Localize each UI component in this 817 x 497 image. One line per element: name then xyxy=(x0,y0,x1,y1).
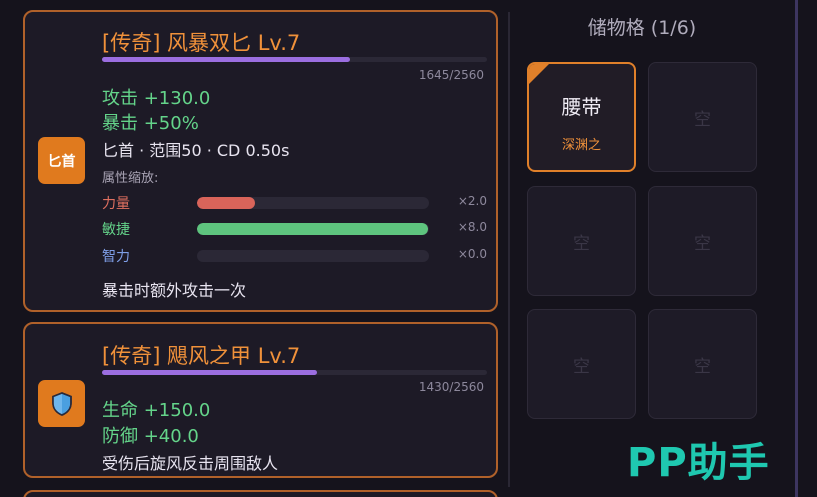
armor-type-badge xyxy=(38,380,85,427)
stat-defense: 防御 +40.0 xyxy=(102,426,199,447)
passive-effect: 暴击时额外攻击一次 xyxy=(102,281,247,300)
storage-slot-3[interactable]: 空 xyxy=(527,186,636,296)
item-card-hurricane-armor[interactable]: [传奇] 飓风之甲 Lv.7 1430/2560 生命 +150.0 防御 +4… xyxy=(23,322,498,478)
exp-text: 1430/2560 xyxy=(418,380,484,394)
attr-multiplier: ×8.0 xyxy=(457,220,487,234)
attr-bar-fill xyxy=(197,223,428,235)
stat-attack: 攻击 +130.0 xyxy=(102,88,211,109)
exp-bar-fill xyxy=(102,370,318,375)
shield-icon xyxy=(51,391,72,416)
exp-bar xyxy=(102,57,487,62)
exp-text: 1645/2560 xyxy=(418,68,484,82)
empty-slot-label: 空 xyxy=(694,233,711,254)
exp-bar-fill xyxy=(102,57,350,62)
storage-slot-6[interactable]: 空 xyxy=(648,309,757,419)
attr-bar xyxy=(197,197,429,209)
dagger-type-badge: 匕首 xyxy=(38,137,85,184)
weapon-info: 匕首 · 范围50 · CD 0.50s xyxy=(102,141,290,160)
attr-name: 敏捷 xyxy=(102,222,130,238)
attr-bar xyxy=(197,250,429,262)
empty-slot-label: 空 xyxy=(573,356,590,377)
slot-item-name: 腰带 xyxy=(561,95,602,119)
exp-bar xyxy=(102,370,487,375)
storage-slot-5[interactable]: 空 xyxy=(527,309,636,419)
rarity-corner-marker xyxy=(529,64,549,84)
attr-multiplier: ×2.0 xyxy=(457,194,487,208)
attr-row-agility: 敏捷 ×8.0 xyxy=(102,219,487,238)
attr-multiplier: ×0.0 xyxy=(457,247,487,261)
panel-edge xyxy=(795,0,798,497)
stat-hp: 生命 +150.0 xyxy=(102,400,211,421)
empty-slot-label: 空 xyxy=(694,356,711,377)
storage-title: 储物格 (1/6) xyxy=(587,17,697,39)
item-title: [传奇] 风暴双匕 Lv.7 xyxy=(102,31,301,55)
attr-name: 力量 xyxy=(102,196,130,212)
watermark-logo: PP助手 xyxy=(627,440,770,486)
empty-slot-label: 空 xyxy=(573,233,590,254)
attr-name: 智力 xyxy=(102,249,130,265)
equipment-list: 匕首 [传奇] 风暴双匕 Lv.7 1645/2560 攻击 +130.0 暴击… xyxy=(0,0,510,497)
item-card-storm-daggers[interactable]: 匕首 [传奇] 风暴双匕 Lv.7 1645/2560 攻击 +130.0 暴击… xyxy=(23,10,498,312)
item-card-partial[interactable] xyxy=(23,490,498,497)
empty-slot-label: 空 xyxy=(694,109,711,130)
storage-slot-4[interactable]: 空 xyxy=(648,186,757,296)
attr-row-strength: 力量 ×2.0 xyxy=(102,193,487,212)
attr-row-intelligence: 智力 ×0.0 xyxy=(102,246,487,265)
stat-crit: 暴击 +50% xyxy=(102,113,199,134)
item-title: [传奇] 飓风之甲 Lv.7 xyxy=(102,344,301,368)
storage-slot-2[interactable]: 空 xyxy=(648,62,757,172)
storage-slot-1[interactable]: 腰带 深渊之 xyxy=(527,62,636,172)
attr-bar xyxy=(197,223,429,235)
slot-item-affix: 深渊之 xyxy=(561,138,601,153)
scaling-label: 属性缩放: xyxy=(102,171,159,186)
passive-effect: 受伤后旋风反击周围敌人 xyxy=(102,454,279,473)
panel-divider xyxy=(508,12,510,487)
attr-bar-fill xyxy=(197,197,255,209)
